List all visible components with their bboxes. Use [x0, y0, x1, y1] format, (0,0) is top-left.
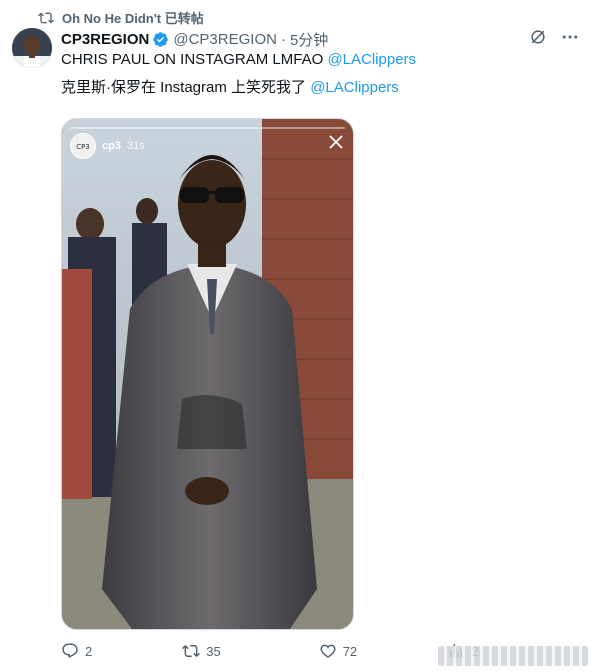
retweet-label: Oh No He Didn't 已转帖 — [62, 11, 204, 26]
retweet-icon — [182, 644, 201, 658]
retweet-indicator[interactable]: Oh No He Didn't 已转帖 — [38, 8, 204, 27]
reply-icon — [62, 643, 78, 659]
like-count: 72 — [342, 643, 358, 659]
handle[interactable]: @CP3REGION — [173, 31, 277, 48]
like-button[interactable]: 72 — [319, 642, 357, 660]
close-icon — [329, 135, 343, 149]
svg-text:CP3: CP3 — [76, 143, 90, 151]
avatar[interactable] — [12, 28, 52, 68]
timestamp[interactable]: 5分钟 — [290, 29, 328, 50]
verified-badge-icon — [153, 32, 169, 47]
retweet-count: 35 — [206, 643, 221, 659]
retweet-icon — [38, 12, 54, 23]
grok-icon[interactable] — [528, 27, 548, 47]
tweet-media[interactable]: CP3 cp3 31s — [61, 118, 354, 630]
display-name[interactable]: CP3REGION — [61, 31, 149, 48]
story-username: cp3 — [102, 140, 121, 152]
retweet-button[interactable]: 35 — [182, 642, 221, 660]
tweet-header: CP3REGION @CP3REGION · 5分钟 — [61, 29, 580, 50]
story-header: CP3 cp3 31s — [70, 133, 145, 159]
tweet-text-line-2: 克里斯·保罗在 Instagram 上笑死我了 @LAClippers — [61, 78, 399, 98]
reply-count: 2 — [85, 643, 93, 659]
reply-button[interactable]: 2 — [61, 642, 92, 660]
heart-icon — [320, 644, 336, 658]
separator: · — [280, 31, 286, 48]
story-progress-bar — [70, 127, 345, 129]
watermark — [438, 646, 588, 666]
more-options-icon[interactable] — [560, 27, 580, 47]
tweet-translation-text: 克里斯·保罗在 Instagram 上笑死我了 — [61, 79, 311, 96]
story-photo — [62, 119, 353, 629]
tweet-text: CHRIS PAUL ON INSTAGRAM LMFAO — [61, 51, 328, 68]
mention-link[interactable]: @LAClippers — [327, 51, 416, 68]
mention-link[interactable]: @LAClippers — [310, 79, 399, 96]
story-timestamp: 31s — [126, 140, 145, 152]
tweet-text-line-1: CHRIS PAUL ON INSTAGRAM LMFAO @LAClipper… — [61, 50, 416, 70]
story-avatar: CP3 — [70, 133, 96, 159]
